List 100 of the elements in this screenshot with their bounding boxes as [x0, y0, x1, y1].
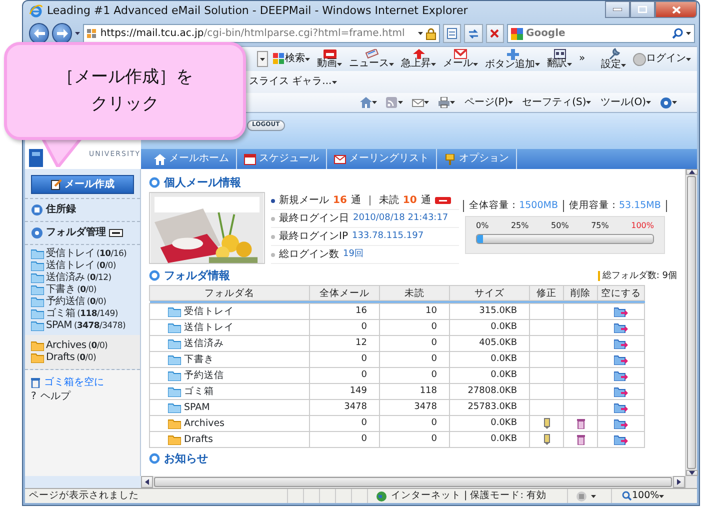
toolbar-button[interactable]: 急上昇 — [399, 49, 438, 69]
scroll-up-button[interactable] — [686, 169, 698, 175]
empty-folder-icon[interactable] — [614, 418, 628, 429]
folder-link[interactable]: Drafts (0/0) — [31, 352, 135, 364]
toolbar-button[interactable]: ニュース — [347, 49, 396, 69]
toolbar-button[interactable]: 検索 — [271, 53, 312, 65]
zoom-button[interactable]: 100% — [620, 491, 666, 501]
scroll-down-button[interactable] — [686, 470, 698, 476]
toolbar-button[interactable]: 動画 — [315, 49, 344, 69]
vertical-scrollbar[interactable] — [685, 169, 697, 476]
toolbar-button[interactable] — [436, 97, 458, 108]
trash-icon — [31, 378, 40, 388]
toolbar-button[interactable] — [384, 97, 406, 108]
info-label: 通 — [420, 194, 431, 207]
table-cell: 0 — [310, 416, 380, 432]
toolbar-button[interactable] — [358, 97, 380, 108]
toolbar-button[interactable]: メール — [441, 49, 480, 69]
address-field[interactable]: https://mail.tcu.ac.jp/cgi-bin/htmlparse.cgi?html=frame.html — [83, 24, 440, 43]
delete-icon[interactable] — [576, 418, 584, 429]
search-engine-icon — [273, 53, 285, 65]
scroll-thumb[interactable] — [154, 477, 672, 487]
toolbar-button[interactable]: ボタン追加 — [483, 48, 542, 70]
folder-link[interactable]: ゴミ箱 — [184, 386, 214, 398]
minimize-button[interactable] — [605, 1, 630, 18]
right-arrow-icon — [677, 479, 681, 485]
bullet-icon — [149, 270, 160, 282]
empty-folder-icon[interactable] — [614, 306, 628, 317]
sidebar-link[interactable]: ゴミ箱を空に — [31, 376, 134, 390]
folder-link[interactable]: 予約送信 — [184, 370, 224, 382]
url-text: https://mail.tcu.ac.jp/cgi-bin/htmlparse.cgi?html=frame.html — [100, 28, 405, 40]
column-header: 削除 — [564, 286, 598, 301]
caret-icon — [621, 64, 626, 66]
home-icon — [154, 154, 166, 164]
folder-link[interactable]: 受信トレイ (10/16) — [31, 248, 135, 260]
column-header: 全体メール — [310, 286, 380, 301]
sidebar-link[interactable]: フォルダ管理 — [25, 222, 140, 244]
edit-icon[interactable] — [544, 434, 550, 446]
folder-link[interactable]: ゴミ箱 (118/149) — [31, 308, 135, 320]
folder-link[interactable]: Drafts — [184, 434, 213, 446]
folder-link[interactable]: 下書き — [184, 354, 214, 366]
compatibility-button[interactable] — [443, 24, 462, 43]
info-value: 19回 — [343, 249, 364, 260]
help-button[interactable] — [658, 96, 679, 108]
table-cell: 405.0KB — [450, 336, 530, 352]
menu-button[interactable]: ツール(O) — [598, 98, 653, 108]
forward-button[interactable] — [52, 23, 72, 44]
folder-link[interactable]: 送信トレイ (0/0) — [31, 260, 135, 272]
dropdown-button[interactable] — [257, 51, 268, 67]
caret-icon — [672, 101, 677, 104]
table-cell: 0.0KB — [450, 432, 530, 448]
sidebar-link[interactable]: 住所録 — [25, 199, 140, 221]
menu-button[interactable]: ページ(P) — [462, 98, 516, 108]
scroll-thumb[interactable] — [687, 176, 696, 469]
search-field[interactable]: Google — [506, 24, 695, 43]
table-cell: 0 — [310, 352, 380, 368]
empty-folder-icon[interactable] — [614, 354, 628, 365]
table-cell: 12 — [310, 336, 380, 352]
empty-folder-icon[interactable] — [614, 338, 628, 349]
empty-folder-icon[interactable] — [614, 370, 628, 381]
toolbar-button[interactable]: ログイン — [631, 52, 693, 66]
folder-link[interactable]: 予約送信 (0/0) — [31, 296, 135, 308]
folder-link[interactable]: Archives — [184, 418, 224, 430]
stop-button[interactable] — [486, 24, 504, 43]
refresh-button[interactable] — [464, 24, 483, 43]
folder-link[interactable]: SPAM — [184, 402, 210, 414]
compose-button[interactable]: メール作成 — [31, 175, 134, 194]
folder-icon — [31, 341, 44, 351]
toolbar-button[interactable]: 設定 — [599, 48, 628, 70]
scroll-left-button[interactable] — [141, 476, 153, 488]
newspaper-icon — [364, 49, 378, 59]
empty-folder-icon[interactable] — [614, 322, 628, 333]
tag-icon — [109, 229, 123, 237]
info-label: 総ログイン数 — [279, 248, 339, 261]
wrench-icon — [608, 48, 620, 60]
close-button[interactable] — [655, 1, 697, 18]
toolbar-button[interactable] — [410, 97, 432, 108]
folder-link[interactable]: 送信済み (0/12) — [31, 272, 135, 284]
favorites-item[interactable]: スライス ギャラ... — [247, 77, 339, 87]
edit-icon[interactable] — [544, 418, 550, 430]
horizontal-scrollbar[interactable] — [141, 476, 685, 488]
empty-folder-icon[interactable] — [614, 386, 628, 397]
back-button[interactable] — [29, 23, 50, 44]
folder-link[interactable]: 送信済み — [184, 338, 224, 350]
empty-folder-icon[interactable] — [614, 434, 628, 445]
toolbar-button[interactable]: » — [577, 54, 588, 64]
help-link[interactable]: ? ヘルプ — [31, 390, 134, 404]
toolbar-button[interactable]: 翻訳 — [545, 49, 574, 69]
info-label: 通 — [350, 194, 361, 207]
folder-link[interactable]: SPAM (3478/3478) — [31, 320, 135, 332]
caret-icon — [686, 58, 691, 60]
folder-link[interactable]: 下書き (0/0) — [31, 284, 135, 296]
mail-icon — [412, 97, 424, 108]
scroll-right-button[interactable] — [673, 476, 685, 488]
menu-button[interactable]: セーフティ(S) — [520, 98, 594, 108]
folder-link[interactable]: Archives (0/0) — [31, 340, 135, 352]
section-title: 個人メール情報 — [164, 176, 241, 190]
maximize-button[interactable] — [630, 1, 655, 18]
delete-icon[interactable] — [576, 434, 584, 445]
empty-folder-icon[interactable] — [614, 402, 628, 413]
forward-arrow-icon — [56, 29, 68, 38]
